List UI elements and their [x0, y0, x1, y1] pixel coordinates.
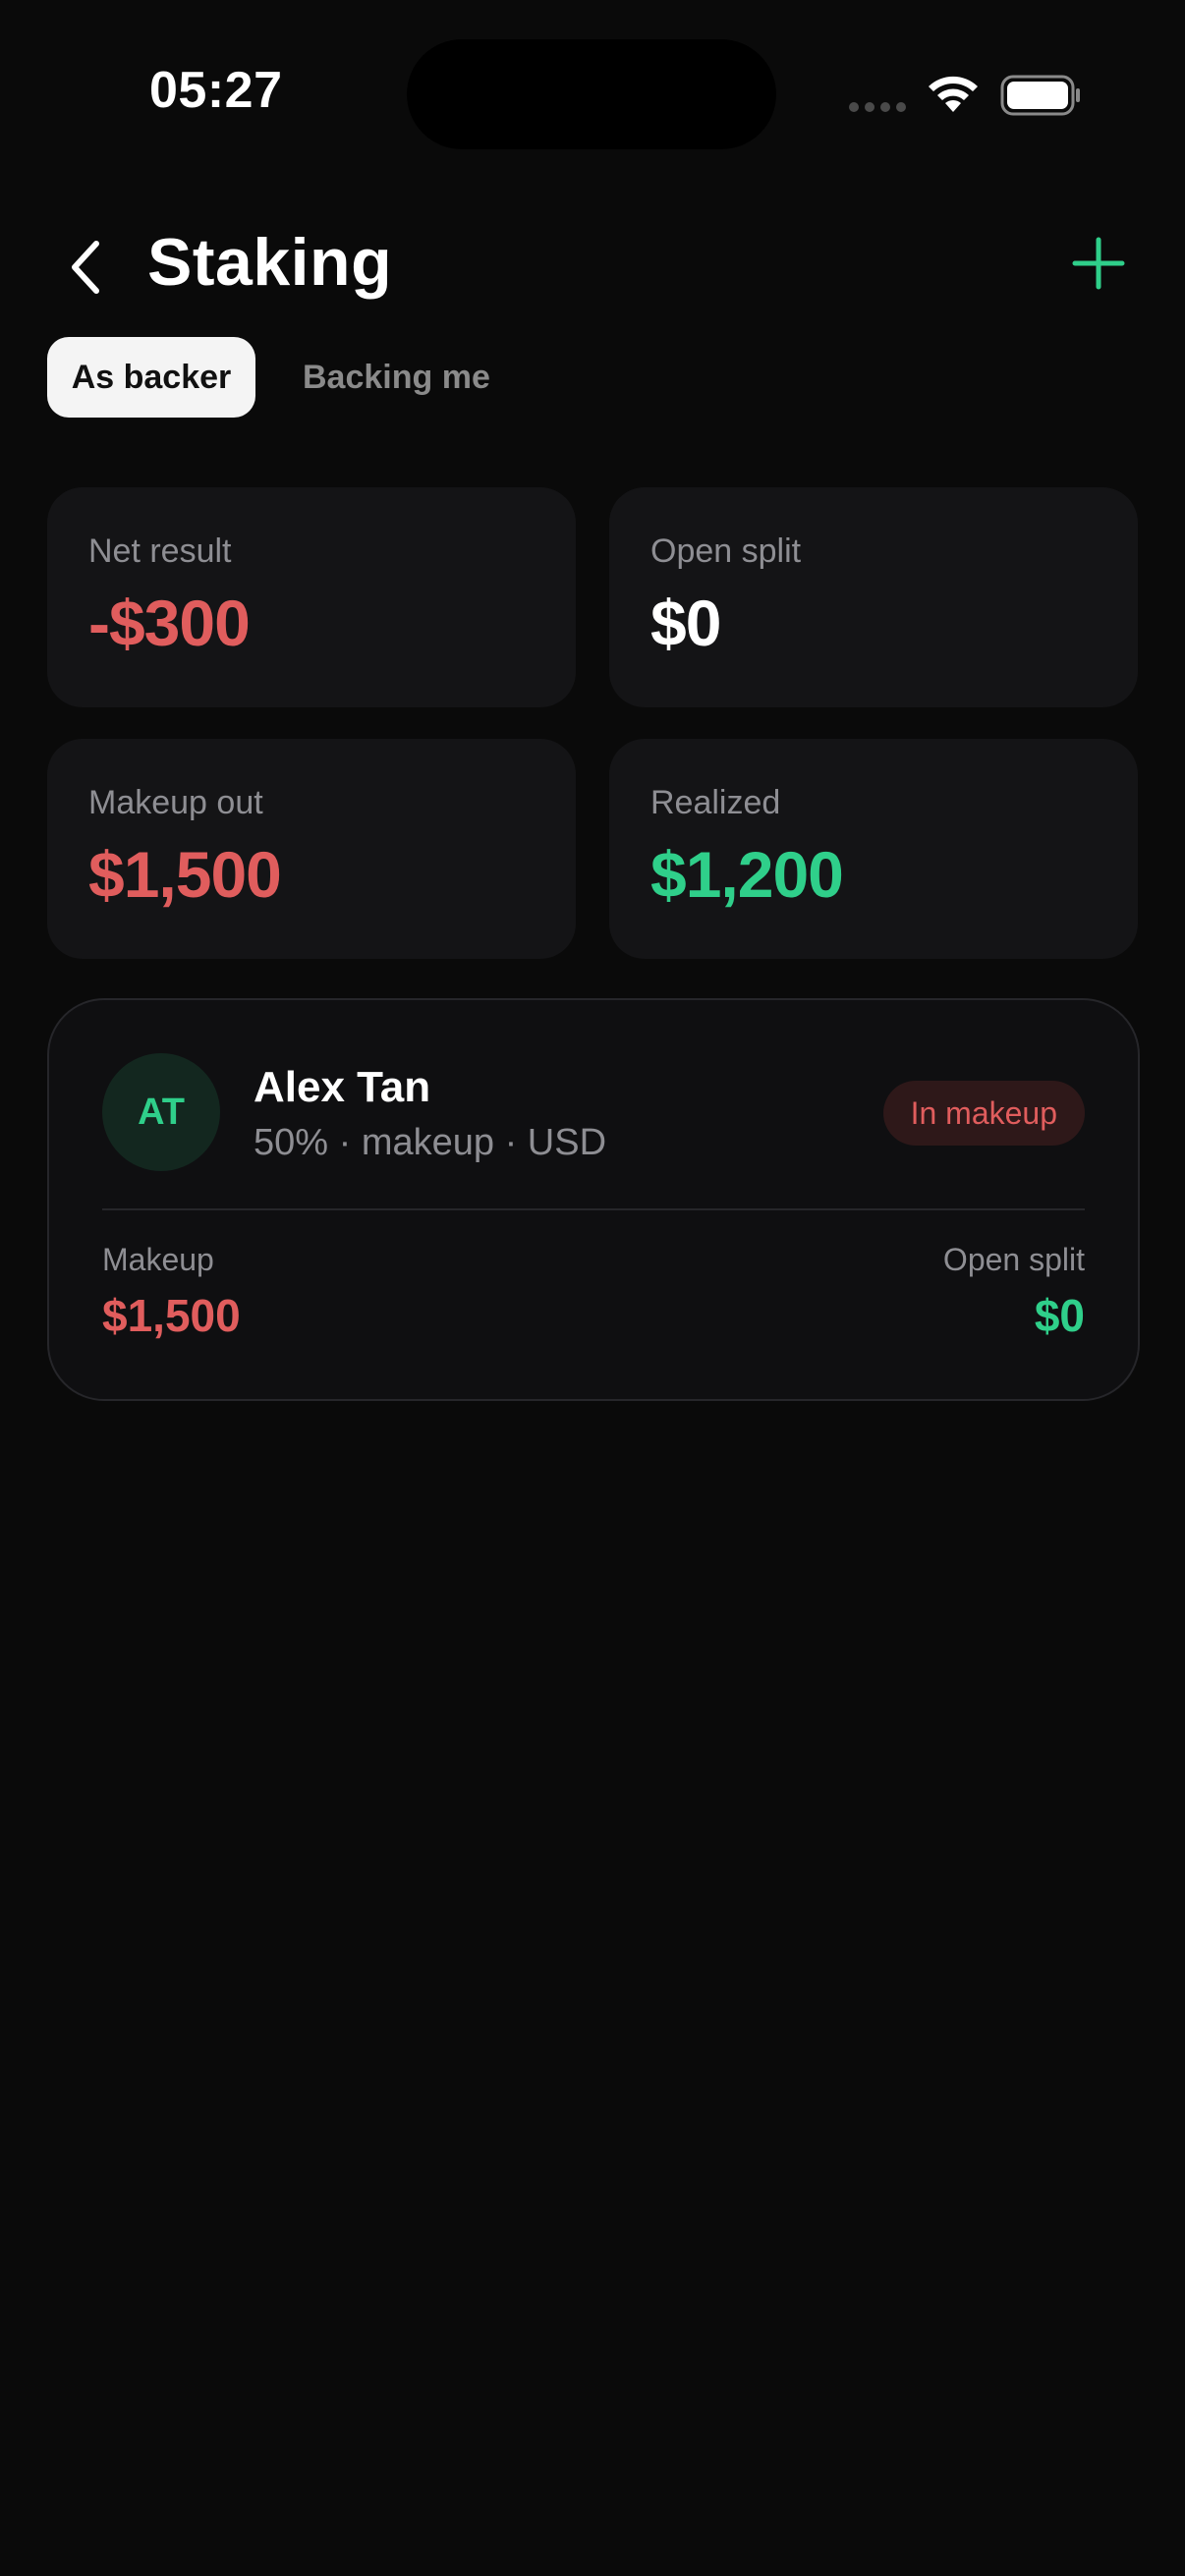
open-split-value: $0: [650, 587, 721, 659]
backer-details: 50% · makeup · USD: [254, 1122, 607, 1163]
status-badge: In makeup: [882, 1081, 1085, 1146]
realized-label: Realized: [650, 784, 781, 821]
makeup-label: Makeup: [102, 1242, 214, 1277]
status-time: 05:27: [149, 62, 283, 119]
wifi-icon: [929, 76, 978, 112]
battery-icon: [1000, 75, 1080, 116]
dynamic-island: [407, 39, 776, 149]
page-title: Staking: [147, 225, 393, 300]
open-split-card: Open split $0: [609, 487, 1138, 707]
realized-value: $1,200: [650, 838, 844, 911]
back-button[interactable]: [57, 228, 116, 307]
makeup-value: $1,500: [102, 1290, 241, 1341]
status-bar: 05:27: [0, 0, 1185, 187]
makeup-out-card: Makeup out $1,500: [47, 739, 576, 959]
open-split-footer-value: $0: [1034, 1290, 1085, 1341]
chevron-left-icon: [72, 241, 99, 294]
tab-as-backer[interactable]: As backer: [47, 337, 255, 418]
tab-backing-me[interactable]: Backing me: [275, 337, 518, 418]
net-result-card: Net result -$300: [47, 487, 576, 707]
avatar: AT: [102, 1053, 220, 1171]
divider: [102, 1208, 1085, 1210]
net-result-value: -$300: [88, 587, 251, 659]
segmented-control: As backer Backing me: [47, 337, 518, 418]
backer-name: Alex Tan: [254, 1063, 431, 1111]
add-icon[interactable]: [1069, 234, 1128, 293]
header: Staking: [0, 216, 1185, 314]
cellular-signal-icon: [849, 102, 906, 112]
realized-card: Realized $1,200: [609, 739, 1138, 959]
stats-grid: Net result -$300 Open split $0 Makeup ou…: [47, 487, 1138, 959]
net-result-label: Net result: [88, 532, 232, 570]
makeup-out-value: $1,500: [88, 838, 282, 911]
makeup-out-label: Makeup out: [88, 784, 263, 821]
open-split-label: Open split: [650, 532, 802, 570]
open-split-footer-label: Open split: [942, 1242, 1085, 1277]
backer-card[interactable]: AT Alex Tan 50% · makeup · USD In makeup…: [47, 998, 1140, 1401]
